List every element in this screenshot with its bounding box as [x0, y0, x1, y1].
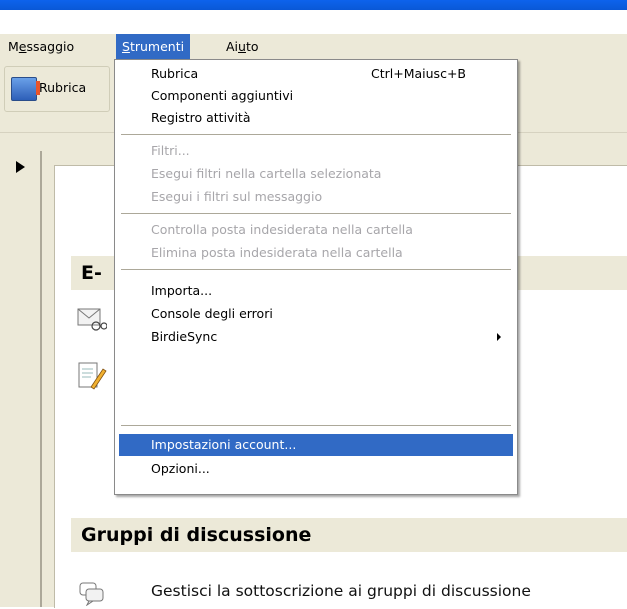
strumenti-dropdown-menu: Rubrica Ctrl+Maiusc+B Componenti aggiunt… [114, 59, 518, 495]
menu-aiuto[interactable]: Aiuto [220, 34, 265, 60]
menu-item-label: Registro attività [151, 110, 251, 125]
menu-item-esegui-filtri-cartella[interactable]: Esegui filtri nella cartella selezionata [119, 163, 513, 185]
menu-item-registro-attivita[interactable]: Registro attività [119, 107, 513, 129]
menu-item-label: Filtri... [151, 143, 190, 158]
folder-pane [0, 151, 40, 607]
menu-item-shortcut: Ctrl+Maiusc+B [371, 66, 466, 81]
manage-newsgroups-link[interactable]: Gestisci la sottoscrizione ai gruppi di … [151, 582, 531, 600]
menu-item-label: Console degli errori [151, 306, 273, 321]
menu-separator [121, 213, 511, 214]
menu-item-impostazioni-account[interactable]: Impostazioni account... [119, 434, 513, 456]
menu-item-componenti-aggiuntivi[interactable]: Componenti aggiuntivi [119, 85, 513, 107]
menu-item-elimina-posta-indesiderata[interactable]: Elimina posta indesiderata nella cartell… [119, 242, 513, 264]
menu-item-label: Esegui filtri nella cartella selezionata [151, 166, 382, 181]
menu-item-filtri[interactable]: Filtri... [119, 140, 513, 162]
menu-item-label: Impostazioni account... [151, 437, 297, 452]
window-titlebar-gap [0, 10, 627, 34]
menu-messaggio[interactable]: Messaggio [2, 34, 80, 60]
menu-item-label: Esegui i filtri sul messaggio [151, 189, 323, 204]
newsgroups-section-header: Gruppi di discussione [71, 518, 627, 552]
window-titlebar [0, 0, 627, 10]
menu-item-label: BirdieSync [151, 329, 218, 344]
address-book-icon [11, 77, 40, 101]
compose-pencil-icon[interactable] [77, 361, 107, 393]
menu-separator [121, 425, 511, 426]
address-book-button[interactable]: Rubrica [4, 66, 110, 112]
expand-arrow-icon[interactable] [16, 161, 25, 173]
menu-item-opzioni[interactable]: Opzioni... [119, 458, 513, 480]
menu-item-console-errori[interactable]: Console degli errori [119, 303, 513, 325]
newsgroups-section-title: Gruppi di discussione [81, 524, 312, 546]
menu-item-label: Importa... [151, 283, 213, 298]
menu-separator [121, 269, 511, 270]
menu-item-importa[interactable]: Importa... [119, 280, 513, 302]
envelope-glasses-icon[interactable] [77, 306, 108, 332]
menu-item-esegui-filtri-messaggio[interactable]: Esegui i filtri sul messaggio [119, 186, 513, 208]
menu-item-label: Opzioni... [151, 461, 210, 476]
address-book-label: Rubrica [39, 80, 87, 95]
email-section-title: E- [81, 262, 102, 284]
menu-item-label: Rubrica [151, 66, 199, 81]
menu-strumenti[interactable]: Strumenti [116, 34, 191, 60]
menu-item-label: Elimina posta indesiderata nella cartell… [151, 245, 403, 260]
menu-item-label: Componenti aggiuntivi [151, 88, 294, 103]
menu-item-birdiesync[interactable]: BirdieSync [119, 326, 513, 348]
newsgroup-bubbles-icon[interactable] [77, 580, 107, 607]
submenu-arrow-icon [497, 333, 501, 341]
menu-separator [121, 134, 511, 135]
menu-item-controlla-posta-indesiderata[interactable]: Controlla posta indesiderata nella carte… [119, 219, 513, 241]
menu-item-label: Controlla posta indesiderata nella carte… [151, 222, 413, 237]
menu-bar: Messaggio Strumenti Aiuto [0, 34, 627, 61]
menu-item-rubrica[interactable]: Rubrica Ctrl+Maiusc+B [119, 63, 513, 85]
